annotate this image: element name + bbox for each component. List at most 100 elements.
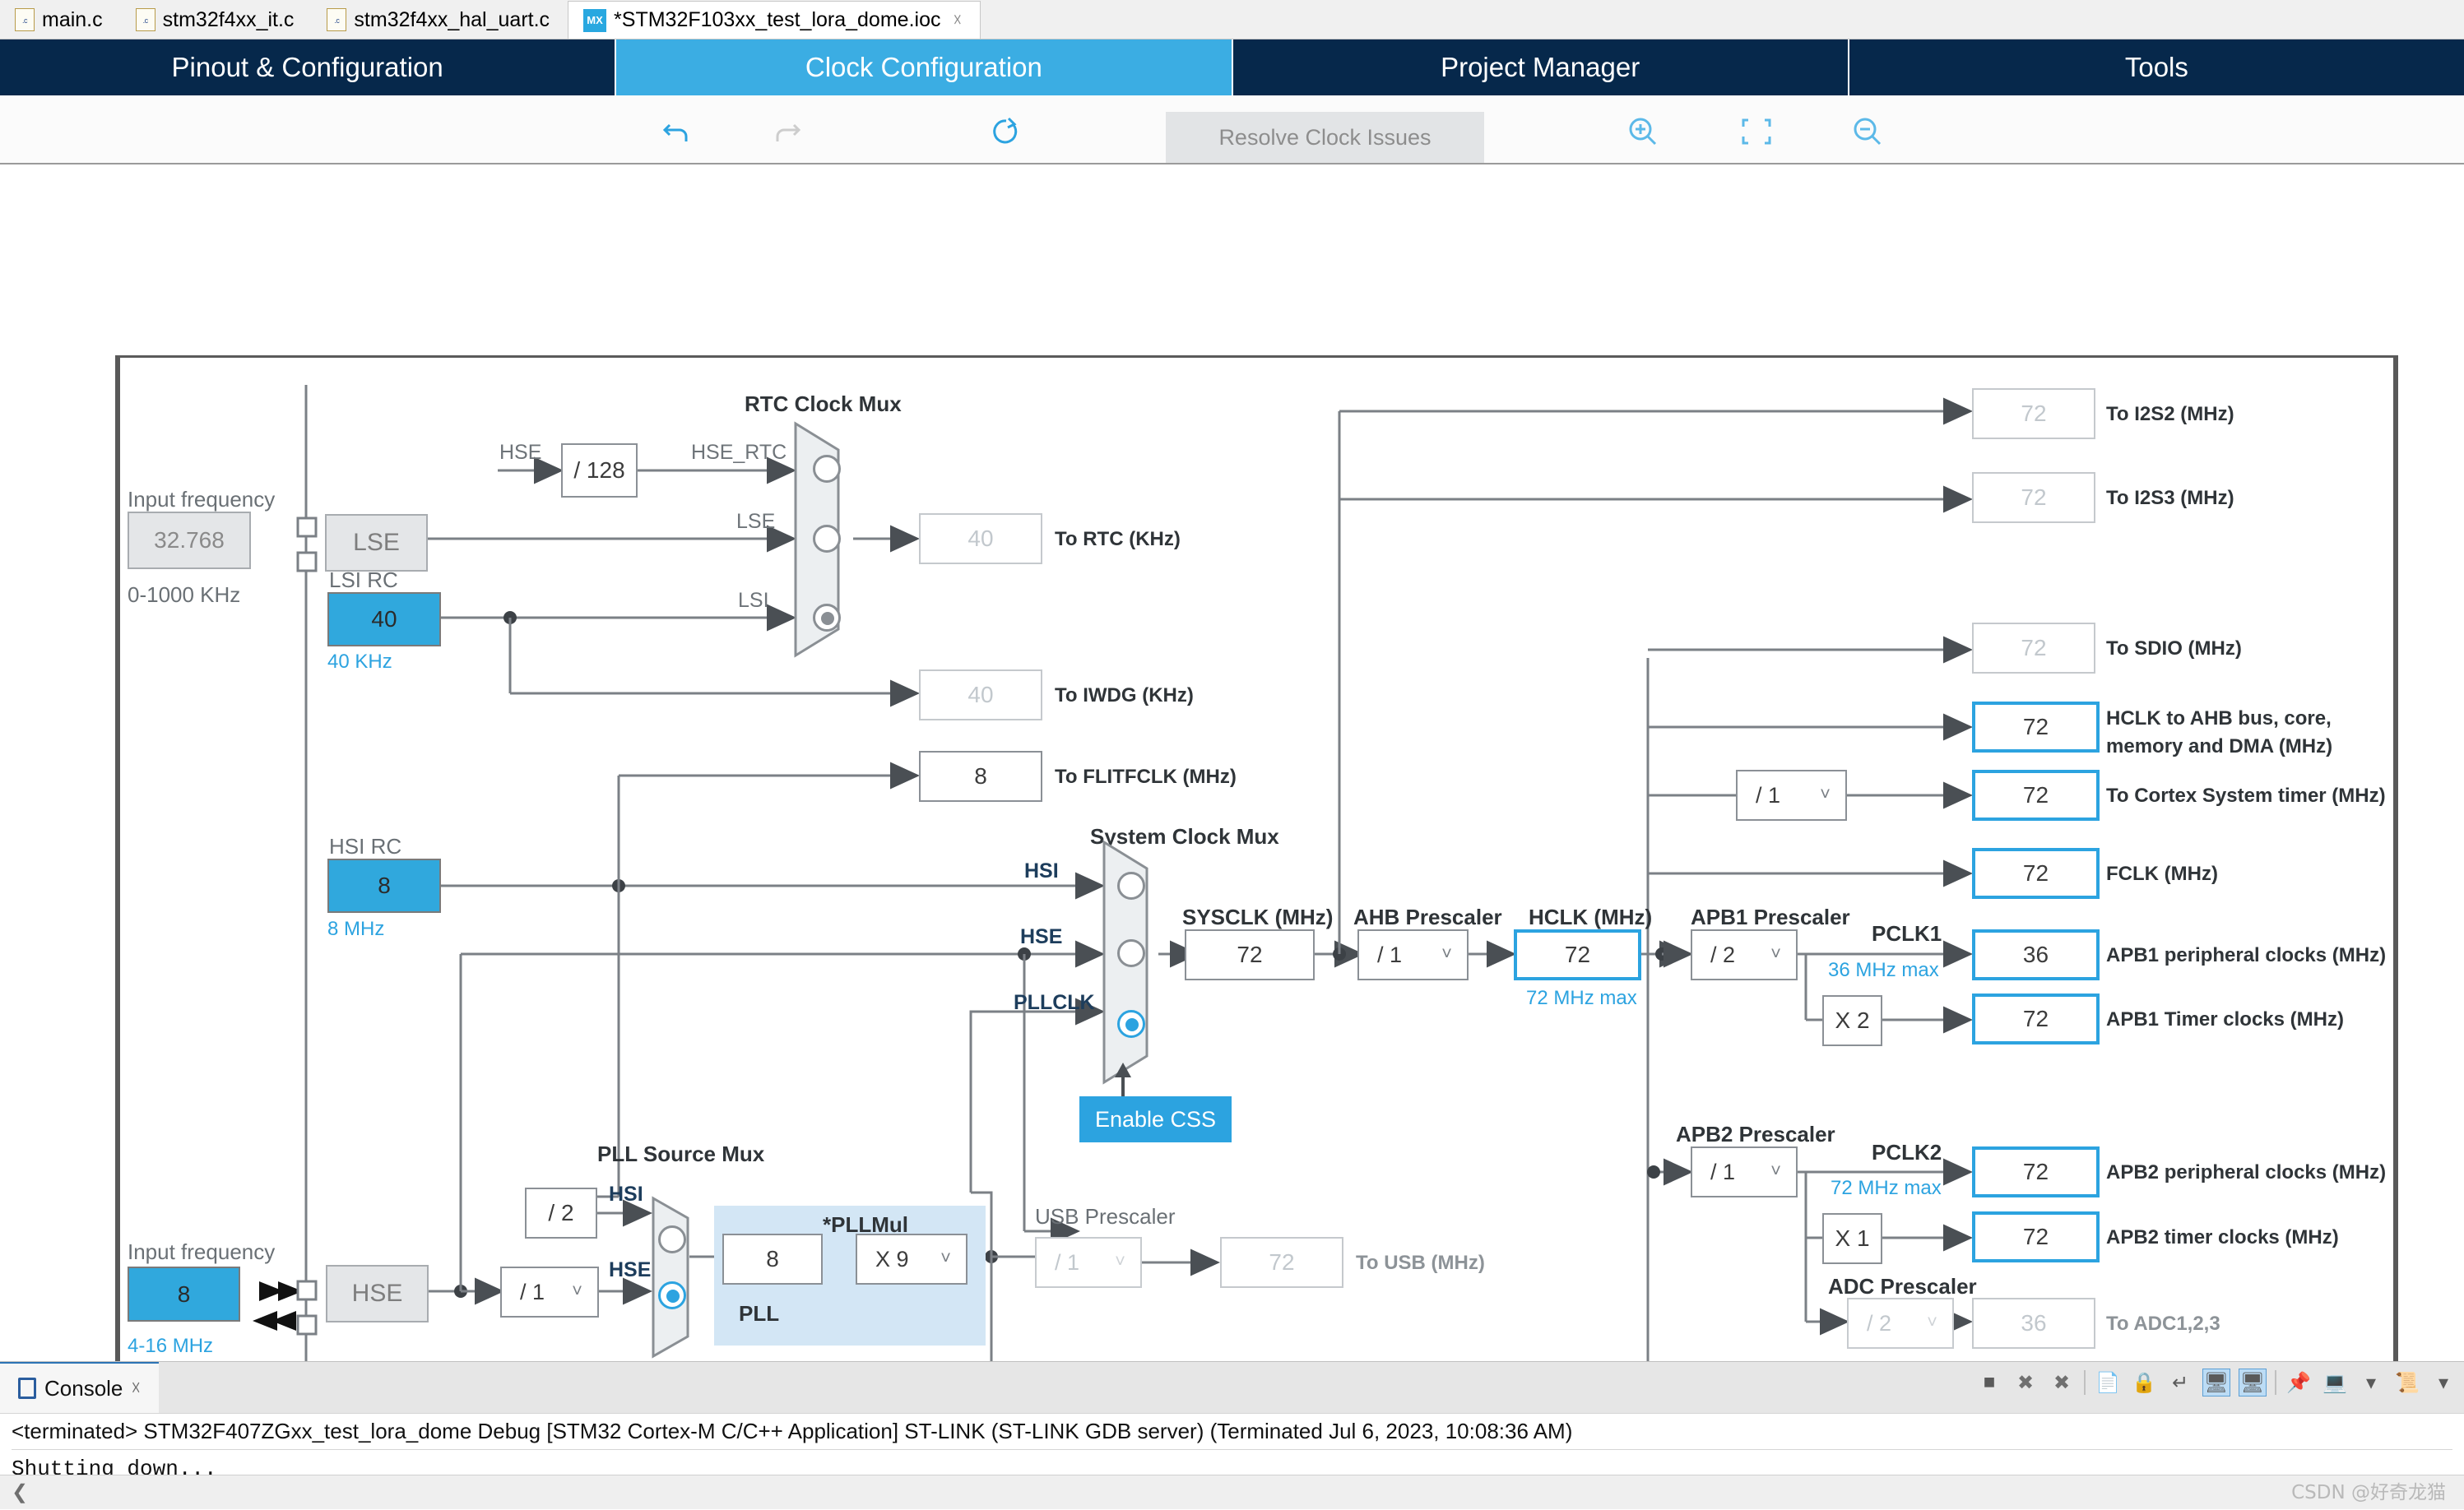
sysclk-mux-input-pllclk-label: PLLCLK: [1014, 991, 1095, 1014]
to-flitfclk-value: 8: [919, 751, 1042, 802]
pll-mux-option-hsi[interactable]: [658, 1225, 686, 1253]
resolve-clock-issues-button[interactable]: Resolve Clock Issues: [1166, 112, 1484, 163]
hse-div128-box: / 128: [561, 443, 638, 498]
toolbar-divider: [2084, 1370, 2086, 1395]
lse-input-frequency-label: Input frequency: [128, 487, 276, 512]
fclk-label: FCLK (MHz): [2106, 863, 2218, 885]
to-flitfclk-label: To FLITFCLK (MHz): [1055, 766, 1237, 788]
redo-icon: [769, 113, 805, 150]
hse-prediv-value: / 1: [520, 1279, 545, 1304]
rtc-mux-option-lsi[interactable]: [813, 604, 841, 632]
hse-prediv-select[interactable]: / 1 ˅: [500, 1267, 599, 1318]
to-usb-value: 72: [1220, 1237, 1343, 1288]
sysclk-mux-option-pllclk[interactable]: [1117, 1010, 1145, 1038]
remove-all-terminated-icon[interactable]: ✖: [2048, 1369, 2076, 1397]
chevron-down-icon: ˅: [1927, 1311, 1937, 1332]
hse-div128-input-label: HSE: [499, 441, 542, 464]
remove-launch-icon[interactable]: ✖: [2012, 1369, 2039, 1397]
zoom-in-icon[interactable]: [1625, 113, 1661, 150]
editor-tab-stm32f4xx-hal-uart-c[interactable]: .c stm32f4xx_hal_uart.c: [312, 1, 568, 39]
cortex-systick-label: To Cortex System timer (MHz): [2106, 785, 2386, 807]
chevron-down-icon: ˅: [572, 1280, 582, 1301]
tab-label: Pinout & Configuration: [171, 52, 443, 82]
pll-mux-option-hse[interactable]: [658, 1281, 686, 1309]
editor-tab-label: stm32f4xx_it.c: [162, 7, 295, 31]
close-icon[interactable]: ☓: [953, 10, 962, 30]
tab-tools[interactable]: Tools: [1849, 39, 2464, 95]
pclk1-max-note: 36 MHz max: [1828, 959, 1939, 981]
apb1-timer-value: 72: [1972, 994, 2100, 1044]
rtc-mux-option-lse[interactable]: [813, 525, 841, 553]
console-process-header: <terminated> STM32F407ZGxx_test_lora_dom…: [12, 1419, 2452, 1450]
undo-icon[interactable]: [658, 113, 694, 150]
pin-console-icon[interactable]: 📌: [2285, 1369, 2313, 1397]
tab-pinout-configuration[interactable]: Pinout & Configuration: [0, 39, 617, 95]
adc-prescaler-select[interactable]: / 2 ˅: [1847, 1298, 1954, 1349]
c-file-icon: .c: [327, 8, 347, 31]
editor-tab-main-c[interactable]: .c main.c: [0, 1, 121, 39]
console-tab[interactable]: Console ☓: [0, 1362, 160, 1413]
pclk2-max-note: 72 MHz max: [1831, 1177, 1942, 1199]
display-selected-console-icon[interactable]: 💻: [2321, 1369, 2349, 1397]
enable-css-button[interactable]: Enable CSS: [1079, 1096, 1232, 1142]
pll-input-value: 8: [722, 1234, 823, 1285]
hse-range-label: 4-16 MHz: [128, 1335, 214, 1357]
hse-oscillator[interactable]: HSE: [326, 1265, 429, 1322]
pllmul-select[interactable]: X 9 ˅: [856, 1234, 968, 1285]
chevron-down-icon: ˅: [1115, 1250, 1125, 1271]
cortex-prescaler-select[interactable]: / 1 ˅: [1736, 770, 1847, 821]
to-iwdg-label: To IWDG (KHz): [1055, 684, 1194, 706]
tab-clock-configuration[interactable]: Clock Configuration: [616, 39, 1233, 95]
lsi-rc-range-label: 40 KHz: [327, 651, 392, 673]
close-icon[interactable]: ☓: [131, 1378, 141, 1399]
sysclk-mux-input-hse-label: HSE: [1020, 925, 1063, 948]
show-console-on-output-icon[interactable]: 🖥: [2202, 1369, 2230, 1397]
apb2-prescaler-select[interactable]: / 1 ˅: [1691, 1146, 1798, 1197]
scroll-left-icon[interactable]: ❮: [0, 1480, 28, 1504]
clear-console-icon[interactable]: 📄: [2094, 1369, 2122, 1397]
to-i2s3-value: 72: [1972, 472, 2095, 523]
editor-tab-label: stm32f4xx_hal_uart.c: [354, 7, 550, 31]
fit-to-screen-icon[interactable]: [1738, 113, 1775, 150]
hse-input-frequency-field[interactable]: 8: [128, 1267, 240, 1322]
pllmul-value: X 9: [875, 1246, 909, 1271]
show-console-on-error-icon[interactable]: 🖥: [2239, 1369, 2267, 1397]
watermark: CSDN @好奇龙猫: [2291, 1482, 2446, 1503]
apb2-prescaler-value: / 1: [1710, 1159, 1736, 1184]
tab-label: Project Manager: [1441, 52, 1640, 82]
pll-source-mux-title: PLL Source Mux: [597, 1142, 765, 1166]
usb-prescaler-select[interactable]: / 1 ˅: [1035, 1237, 1142, 1288]
console-output-text: Shutting down...: [12, 1457, 217, 1478]
sysclk-mux-input-hsi-label: HSI: [1024, 859, 1059, 882]
scroll-lock-icon[interactable]: 🔒: [2130, 1369, 2158, 1397]
sysclk-mux-option-hsi[interactable]: [1117, 872, 1145, 900]
rtc-mux-option-hse-rtc[interactable]: [813, 455, 841, 483]
to-sdio-top-value: 72: [1972, 623, 2095, 674]
to-adc-value: 36: [1972, 1298, 2095, 1349]
ahb-prescaler-title: AHB Prescaler: [1353, 905, 1502, 929]
sysclk-mux-option-hse[interactable]: [1117, 939, 1145, 967]
clock-diagram-canvas[interactable]: Input frequency 32.768 0-1000 KHz LSE LS…: [0, 164, 2464, 1382]
sysclk-value: 72: [1185, 929, 1315, 980]
word-wrap-icon[interactable]: ↵: [2166, 1369, 2194, 1397]
lse-range-label: 0-1000 KHz: [128, 582, 241, 607]
console-toolbar: ■ ✖ ✖ 📄 🔒 ↵ 🖥 🖥 📌 💻 ▾ 📜 ▾: [1975, 1369, 2457, 1397]
editor-tab-stm32f4xx-it-c[interactable]: .c stm32f4xx_it.c: [121, 1, 313, 39]
lse-oscillator[interactable]: LSE: [325, 514, 428, 572]
to-i2s2-label: To I2S2 (MHz): [2106, 403, 2234, 425]
apb1-prescaler-select[interactable]: / 2 ˅: [1691, 929, 1798, 980]
open-console-icon[interactable]: 📜: [2393, 1369, 2421, 1397]
open-console-dropdown-icon[interactable]: ▾: [2429, 1369, 2457, 1397]
tab-project-manager[interactable]: Project Manager: [1232, 39, 1849, 95]
hsi-rc-value-field[interactable]: 8: [327, 859, 441, 913]
terminate-icon: ■: [1983, 1371, 1996, 1393]
fclk-value: 72: [1972, 848, 2100, 899]
editor-tab-ioc[interactable]: MX *STM32F103xx_test_lora_dome.ioc ☓: [568, 1, 981, 39]
ahb-prescaler-select[interactable]: / 1 ˅: [1357, 929, 1469, 980]
lse-input-frequency-field[interactable]: 32.768: [128, 512, 251, 569]
display-selected-console-dropdown-icon[interactable]: ▾: [2357, 1369, 2385, 1397]
editor-tab-label: *STM32F103xx_test_lora_dome.ioc: [614, 8, 941, 31]
zoom-out-icon[interactable]: [1849, 113, 1886, 150]
refresh-icon[interactable]: [987, 113, 1023, 150]
lsi-rc-value-field[interactable]: 40: [327, 592, 441, 646]
